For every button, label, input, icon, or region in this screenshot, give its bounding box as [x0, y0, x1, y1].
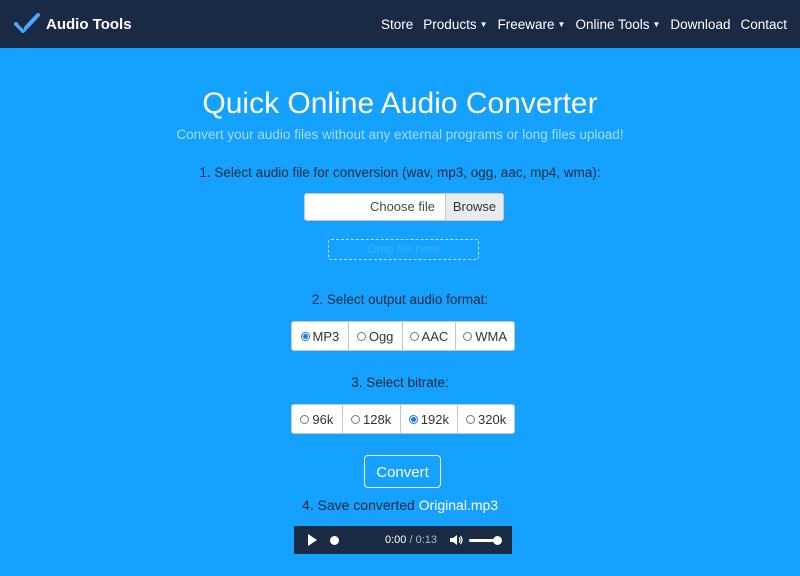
radio-unchecked-icon[interactable]	[351, 414, 361, 424]
brand-name: Audio Tools	[46, 15, 132, 33]
time-separator: /	[409, 534, 413, 546]
step1-label: 1. Select audio file for conversion (wav…	[199, 165, 601, 180]
format-option-label: WMA	[475, 328, 508, 344]
bitrate-option-label: 320k	[478, 411, 507, 427]
nav-store-label: Store	[381, 16, 414, 32]
format-option-mp3[interactable]: MP3	[292, 322, 349, 350]
format-option-ogg[interactable]: Ogg	[349, 322, 403, 350]
page-subtitle: Convert your audio files without any ext…	[176, 127, 624, 142]
bitrate-radio-group: 96k 128k 192k 320k	[291, 404, 515, 434]
radio-checked-icon[interactable]	[300, 331, 310, 341]
duration: 0:13	[415, 534, 438, 546]
nav-store[interactable]: Store	[381, 17, 413, 32]
bitrate-option-label: 192k	[420, 411, 449, 427]
radio-unchecked-icon[interactable]	[300, 414, 310, 424]
step2-label: 2. Select output audio format:	[311, 292, 489, 307]
drop-zone[interactable]: Drop file here	[328, 239, 479, 260]
bitrate-option-label: 96k	[312, 411, 334, 427]
nav-contact[interactable]: Contact	[740, 17, 787, 32]
radio-checked-icon[interactable]	[408, 414, 418, 424]
caret-down-icon: ▼	[652, 19, 661, 29]
step4-save-line: 4. Save converted Original.mp3	[0, 497, 800, 513]
radio-unchecked-icon[interactable]	[463, 331, 473, 341]
nav-products-label: Products	[423, 16, 477, 32]
bitrate-option-320k[interactable]: 320k	[458, 405, 514, 433]
nav-menu: Store Products ▼ Freeware ▼ Online Tools ▼ …	[376, 0, 792, 48]
nav-online-tools[interactable]: Online Tools ▼	[575, 17, 660, 32]
format-option-label: Ogg	[368, 328, 394, 344]
volume-knob[interactable]	[493, 535, 503, 545]
nav-online-tools-label: Online Tools	[575, 16, 650, 32]
file-input[interactable]: Choose file Browse	[304, 193, 504, 221]
format-option-label: MP3	[312, 328, 340, 344]
radio-unchecked-icon[interactable]	[466, 414, 475, 424]
bitrate-option-label: 128k	[363, 411, 392, 427]
play-icon[interactable]	[308, 534, 317, 546]
page-title: Quick Online Audio Converter	[202, 87, 598, 120]
radio-unchecked-icon[interactable]	[409, 331, 419, 341]
checkmark-logo-icon	[14, 13, 40, 33]
nav-products[interactable]: Products ▼	[423, 17, 487, 32]
audio-player: 0:00 / 0:13	[294, 526, 512, 554]
step4-label: 4. Save converted	[301, 497, 415, 513]
bitrate-option-96k[interactable]: 96k	[292, 405, 343, 433]
converted-file-link[interactable]: Original.mp3	[419, 497, 498, 513]
bitrate-option-128k[interactable]: 128k	[343, 405, 401, 433]
caret-down-icon: ▼	[479, 19, 488, 29]
nav-freeware[interactable]: Freeware ▼	[498, 17, 566, 32]
browse-button[interactable]: Browse	[445, 194, 503, 220]
format-radio-group: MP3 Ogg AAC WMA	[291, 321, 515, 351]
top-navbar: Audio Tools Store Products ▼ Freeware ▼ On…	[0, 0, 800, 48]
step3-label: 3. Select bitrate:	[351, 375, 449, 390]
choose-file-text[interactable]: Choose file	[305, 194, 445, 220]
convert-button[interactable]: Convert	[364, 455, 441, 488]
current-time: 0:00	[385, 534, 407, 546]
nav-download[interactable]: Download	[670, 17, 730, 32]
time-display: 0:00 / 0:13	[385, 534, 437, 546]
nav-contact-label: Contact	[740, 16, 787, 32]
format-option-aac[interactable]: AAC	[403, 322, 457, 350]
progress-slider[interactable]	[330, 535, 339, 545]
brand[interactable]: Audio Tools	[14, 11, 132, 37]
nav-download-label: Download	[670, 16, 731, 32]
caret-down-icon: ▼	[557, 19, 566, 29]
format-option-label: AAC	[421, 328, 449, 344]
volume-slider[interactable]	[469, 535, 503, 545]
format-option-wma[interactable]: WMA	[456, 322, 514, 350]
radio-unchecked-icon[interactable]	[356, 331, 366, 341]
nav-freeware-label: Freeware	[497, 16, 555, 32]
bitrate-option-192k[interactable]: 192k	[401, 405, 459, 433]
volume-icon[interactable]	[449, 534, 463, 546]
